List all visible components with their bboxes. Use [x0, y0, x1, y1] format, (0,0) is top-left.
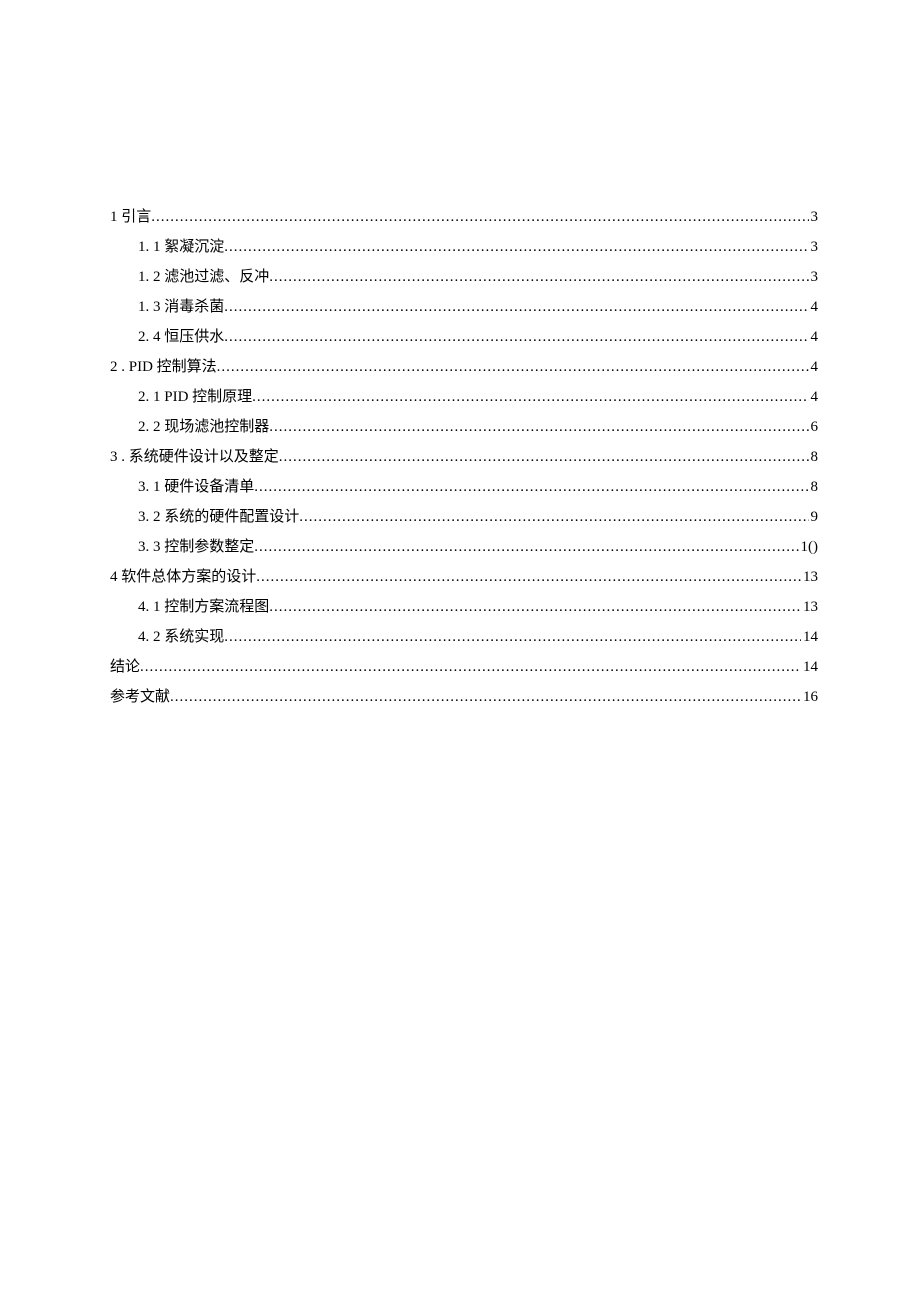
toc-page-number: 6: [809, 412, 819, 442]
toc-label: 2. 4 恒压供水: [138, 322, 224, 352]
toc-row: 2. 1 PID 控制原理 4: [110, 382, 818, 412]
toc-page-number: 8: [809, 472, 819, 502]
toc-row: 1 引言 3: [110, 202, 818, 232]
toc-leader-dots: [269, 412, 808, 442]
toc-row: 参考文献 16: [110, 682, 818, 712]
toc-leader-dots: [224, 322, 808, 352]
toc-leader-dots: [252, 382, 808, 412]
toc-leader-dots: [217, 352, 809, 382]
toc-leader-dots: [279, 442, 809, 472]
toc-leader-dots: [269, 592, 801, 622]
toc-row: 1. 1 絮凝沉淀 3: [110, 232, 818, 262]
toc-page-number: 1(): [799, 532, 819, 562]
toc-page-number: 14: [801, 652, 818, 682]
toc-label: 结论: [110, 652, 140, 682]
toc-page-number: 4: [809, 352, 819, 382]
toc-page-number: 13: [801, 562, 818, 592]
toc-row: 2. 2 现场滤池控制器 6: [110, 412, 818, 442]
toc-label: 4. 2 系统实现: [138, 622, 224, 652]
toc-row: 3. 1 硬件设备清单 8: [110, 472, 818, 502]
toc-row: 1. 2 滤池过滤、反冲 3: [110, 262, 818, 292]
toc-label: 4 软件总体方案的设计: [110, 562, 256, 592]
toc-label: 3 . 系统硬件设计以及整定: [110, 442, 279, 472]
toc-row: 3. 3 控制参数整定 1(): [110, 532, 818, 562]
table-of-contents: 1 引言31. 1 絮凝沉淀31. 2 滤池过滤、反冲31. 3 消毒杀菌42.…: [110, 202, 818, 712]
toc-leader-dots: [299, 502, 808, 532]
toc-row: 1. 3 消毒杀菌 4: [110, 292, 818, 322]
toc-row: 2 . PID 控制算法 4: [110, 352, 818, 382]
toc-page-number: 4: [809, 382, 819, 412]
page: 1 引言31. 1 絮凝沉淀31. 2 滤池过滤、反冲31. 3 消毒杀菌42.…: [0, 0, 920, 1301]
toc-page-number: 16: [801, 682, 818, 712]
toc-page-number: 14: [801, 622, 818, 652]
toc-leader-dots: [224, 292, 808, 322]
toc-label: 3. 3 控制参数整定: [138, 532, 254, 562]
toc-leader-dots: [224, 622, 801, 652]
toc-row: 4 软件总体方案的设计 13: [110, 562, 818, 592]
toc-leader-dots: [254, 472, 808, 502]
toc-row: 结论 14: [110, 652, 818, 682]
toc-page-number: 4: [809, 322, 819, 352]
toc-label: 2. 2 现场滤池控制器: [138, 412, 269, 442]
toc-leader-dots: [269, 262, 808, 292]
toc-page-number: 4: [809, 292, 819, 322]
toc-page-number: 8: [809, 442, 819, 472]
toc-leader-dots: [140, 652, 801, 682]
toc-label: 2 . PID 控制算法: [110, 352, 217, 382]
toc-page-number: 3: [809, 232, 819, 262]
toc-row: 2. 4 恒压供水 4: [110, 322, 818, 352]
toc-page-number: 13: [801, 592, 818, 622]
toc-row: 3. 2 系统的硬件配置设计 9: [110, 502, 818, 532]
toc-row: 3 . 系统硬件设计以及整定 8: [110, 442, 818, 472]
toc-leader-dots: [151, 202, 808, 232]
toc-label: 1. 3 消毒杀菌: [138, 292, 224, 322]
toc-label: 3. 2 系统的硬件配置设计: [138, 502, 299, 532]
toc-row: 4. 2 系统实现 14: [110, 622, 818, 652]
toc-label: 1 引言: [110, 202, 151, 232]
toc-leader-dots: [224, 232, 808, 262]
toc-row: 4. 1 控制方案流程图 13: [110, 592, 818, 622]
toc-page-number: 9: [809, 502, 819, 532]
toc-label: 3. 1 硬件设备清单: [138, 472, 254, 502]
toc-page-number: 3: [809, 262, 819, 292]
toc-leader-dots: [170, 682, 801, 712]
toc-label: 4. 1 控制方案流程图: [138, 592, 269, 622]
toc-label: 2. 1 PID 控制原理: [138, 382, 252, 412]
toc-page-number: 3: [809, 202, 819, 232]
toc-label: 参考文献: [110, 682, 170, 712]
toc-label: 1. 2 滤池过滤、反冲: [138, 262, 269, 292]
toc-leader-dots: [256, 562, 801, 592]
toc-label: 1. 1 絮凝沉淀: [138, 232, 224, 262]
toc-leader-dots: [254, 532, 798, 562]
